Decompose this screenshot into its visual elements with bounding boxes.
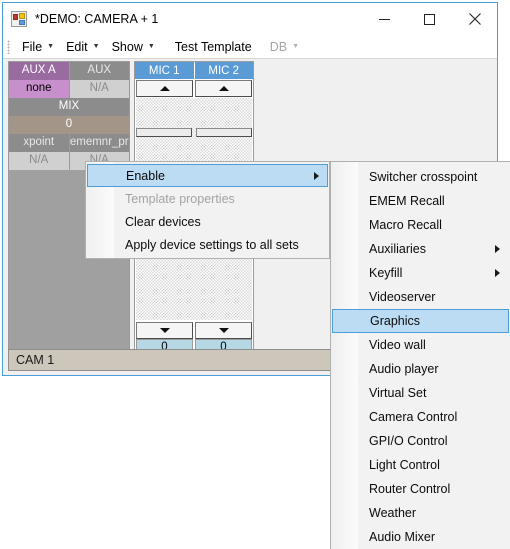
mic-2-header[interactable]: MIC 2 [194,62,253,79]
submenu-item-switcher-crosspoint-label: Switcher crosspoint [369,170,478,184]
maximize-button[interactable] [407,4,452,35]
title-bar: *DEMO: CAMERA + 1 [3,3,497,35]
cell-aux-value[interactable]: N/A [69,80,129,98]
menu-db-label: DB [269,39,288,54]
menu-file[interactable]: File ▼ [16,38,60,56]
submenu-item-audio-mixer[interactable]: Audio Mixer [331,525,510,549]
submenu-item-audio-mixer-label: Audio Mixer [369,530,435,544]
context-menu-item-enable-label: Enable [126,168,165,183]
mic-fader-handle-row [136,128,252,137]
context-menu-item-clear-devices[interactable]: Clear devices [86,210,329,233]
chevron-down-icon: ▼ [47,43,55,50]
submenu-item-emem-recall[interactable]: EMEM Recall [331,189,510,213]
submenu-item-light-control[interactable]: Light Control [331,453,510,477]
menu-grip-handle[interactable] [7,39,10,54]
device-row-mix-header: MIX [9,98,129,116]
mic-1-down-button[interactable] [136,322,193,339]
submenu-item-auxiliaries[interactable]: Auxiliaries [331,237,510,261]
cell-mix-header[interactable]: MIX [9,98,129,116]
submenu-item-videoserver-label: Videoserver [369,290,436,304]
mic-1-header[interactable]: MIC 1 [135,62,195,79]
submenu-item-auxiliaries-label: Auxiliaries [369,242,426,256]
device-row-aux-header: AUX A AUX [9,62,129,80]
chevron-down-icon: ▼ [92,43,100,50]
submenu-item-macro-recall-label: Macro Recall [369,218,442,232]
menu-file-label: File [22,39,43,54]
window-title: *DEMO: CAMERA + 1 [35,12,159,26]
menu-edit-label: Edit [66,39,88,54]
submenu-item-keyfill[interactable]: Keyfill [331,261,510,285]
mic-2-fader-handle[interactable] [196,128,252,137]
device-row-xpoint-header: xpoint ememnr_pr [9,134,129,152]
submenu-item-videoserver[interactable]: Videoserver [331,285,510,309]
menu-bar: File ▼ Edit ▼ Show ▼ Test Template DB ▼ [3,35,497,59]
submenu-item-virtual-set-label: Virtual Set [369,386,427,400]
menu-edit[interactable]: Edit ▼ [60,38,105,56]
submenu-item-macro-recall[interactable]: Macro Recall [331,213,510,237]
mic-2-down-button[interactable] [195,322,252,339]
menu-test-template[interactable]: Test Template [169,38,258,56]
context-menu-item-apply-device-settings[interactable]: Apply device settings to all sets [86,233,329,256]
mic-2-up-button[interactable] [195,80,252,97]
mic-down-button-row [135,321,253,339]
submenu-item-camera-control[interactable]: Camera Control [331,405,510,429]
submenu-item-switcher-crosspoint[interactable]: Switcher crosspoint [331,165,510,189]
mic-header-row: MIC 1 MIC 2 [135,62,253,79]
chevron-down-icon: ▼ [147,43,155,50]
context-menu-item-enable[interactable]: Enable [87,164,328,187]
status-bar-label: CAM 1 [16,353,55,367]
submenu-item-emem-recall-label: EMEM Recall [369,194,445,208]
submenu-item-weather[interactable]: Weather [331,501,510,525]
submenu-item-graphics-label: Graphics [370,314,421,328]
mic-1-up-button[interactable] [136,80,193,97]
submenu-item-graphics[interactable]: Graphics [332,309,509,333]
close-button[interactable] [452,4,497,35]
cell-xpoint-value[interactable]: N/A [9,152,70,170]
device-row-mix-value: 0 [9,116,129,134]
context-menu-item-template-properties[interactable]: Template properties [86,187,329,210]
context-menu-item-apply-device-settings-label: Apply device settings to all sets [125,237,299,252]
chevron-right-icon [495,269,500,277]
enable-submenu: Switcher crosspoint EMEM Recall Macro Re… [330,161,510,549]
submenu-item-keyfill-label: Keyfill [369,266,403,280]
menu-test-template-label: Test Template [174,39,252,54]
submenu-item-video-wall[interactable]: Video wall [331,333,510,357]
mic-up-button-row [135,79,253,97]
chevron-right-icon [314,171,319,180]
context-menu-item-clear-devices-label: Clear devices [125,214,201,229]
menu-show[interactable]: Show ▼ [106,38,161,56]
triangle-up-icon [159,86,170,91]
cell-aux-a-header[interactable]: AUX A [9,62,70,80]
submenu-item-gpio-control-label: GPI/O Control [369,434,448,448]
submenu-item-router-control-label: Router Control [369,482,451,496]
submenu-item-gpio-control[interactable]: GPI/O Control [331,429,510,453]
submenu-item-camera-control-label: Camera Control [369,410,458,424]
cell-aux-a-value[interactable]: none [9,80,70,98]
triangle-down-icon [218,328,229,333]
minimize-button[interactable] [362,4,407,35]
chevron-right-icon [495,245,500,253]
submenu-item-weather-label: Weather [369,506,417,520]
submenu-item-audio-player[interactable]: Audio player [331,357,510,381]
cell-aux-header[interactable]: AUX [69,62,129,80]
submenu-item-router-control[interactable]: Router Control [331,477,510,501]
app-grid-icon [11,11,27,27]
menu-db[interactable]: DB ▼ [264,38,305,56]
chevron-down-icon: ▼ [292,43,300,50]
submenu-item-audio-player-label: Audio player [369,362,439,376]
submenu-item-light-control-label: Light Control [369,458,440,472]
cell-ememnr-header[interactable]: ememnr_pr [69,134,129,152]
cell-xpoint-header[interactable]: xpoint [9,134,70,152]
context-menu: Enable Template properties Clear devices… [85,161,330,259]
submenu-item-virtual-set[interactable]: Virtual Set [331,381,510,405]
mic-1-fader-handle[interactable] [136,128,192,137]
menu-show-label: Show [111,39,143,54]
device-row-aux-value: none N/A [9,80,129,98]
submenu-item-video-wall-label: Video wall [369,338,426,352]
triangle-down-icon [159,328,170,333]
triangle-up-icon [218,86,229,91]
cell-mix-value[interactable]: 0 [9,116,129,134]
context-menu-item-template-properties-label: Template properties [125,191,235,206]
